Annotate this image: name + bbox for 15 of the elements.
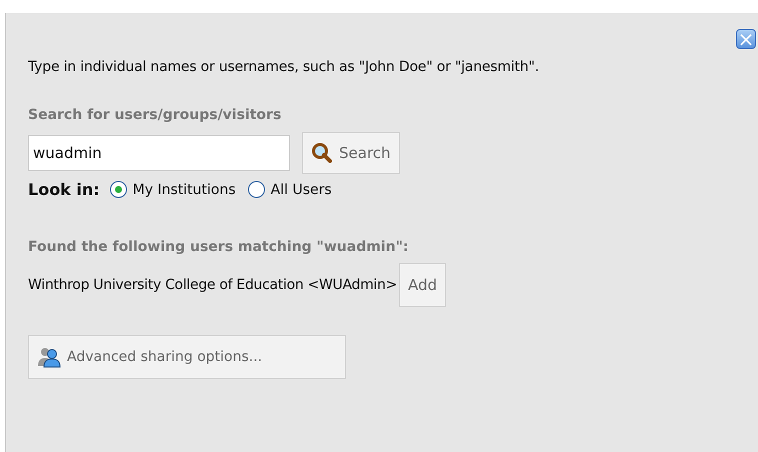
users-icon [37, 346, 61, 368]
radio-button[interactable] [110, 181, 127, 198]
search-button[interactable]: Search [302, 132, 400, 174]
search-icon [311, 142, 333, 164]
results-heading: Found the following users matching "wuadmin": [28, 239, 410, 255]
user-name: Winthrop University College of Education <WUAdmin> [28, 277, 398, 293]
advanced-sharing-button[interactable]: Advanced sharing options... [28, 335, 346, 379]
instruction-text: Type in individual names or usernames, such as "John Doe" or "janesmith". [28, 59, 540, 75]
search-heading: Search for users/groups/visitors [28, 107, 282, 123]
add-button[interactable]: Add [399, 263, 446, 307]
radio-label: All Users [270, 182, 332, 198]
search-field[interactable]: wuadmin [28, 135, 290, 171]
look-in-label: Look in: [28, 180, 100, 199]
radio-label: My Institutions [132, 182, 236, 198]
radio-button[interactable] [248, 181, 265, 198]
